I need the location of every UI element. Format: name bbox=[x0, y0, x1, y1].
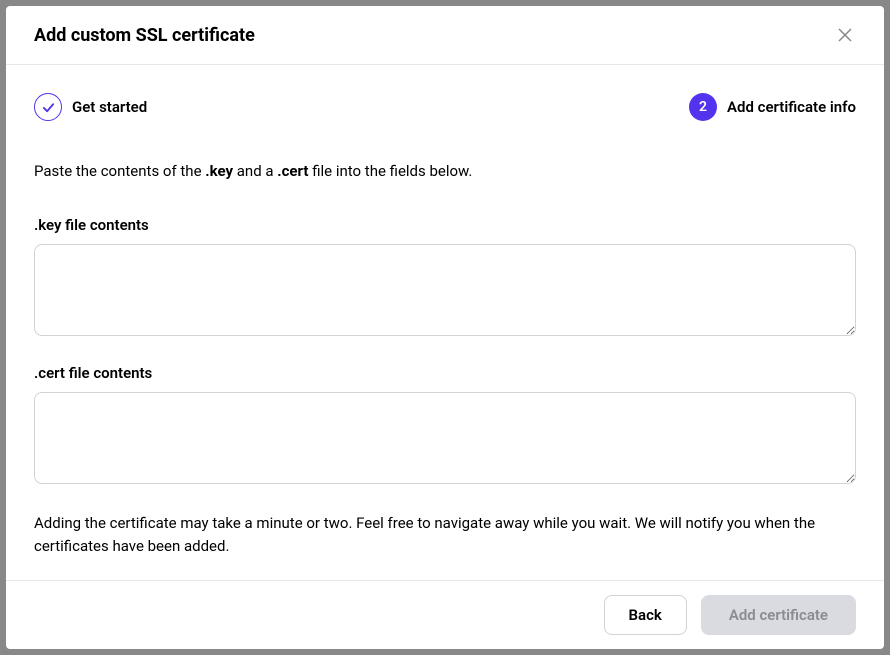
key-field-label: .key file contents bbox=[34, 216, 856, 234]
back-button[interactable]: Back bbox=[604, 595, 687, 635]
modal-footer: Back Add certificate bbox=[6, 580, 884, 649]
step-label: Add certificate info bbox=[727, 98, 856, 116]
cert-textarea[interactable] bbox=[34, 392, 856, 484]
step-number: 2 bbox=[699, 99, 707, 115]
add-certificate-button[interactable]: Add certificate bbox=[701, 595, 856, 635]
note-text: Adding the certificate may take a minute… bbox=[34, 512, 856, 557]
step-completed-indicator bbox=[34, 93, 62, 121]
checkmark-icon bbox=[42, 101, 55, 114]
step-add-certificate-info: 2 Add certificate info bbox=[689, 93, 856, 121]
modal-header: Add custom SSL certificate bbox=[6, 6, 884, 65]
close-icon bbox=[838, 28, 852, 42]
cert-field-label: .cert file contents bbox=[34, 364, 856, 382]
step-get-started[interactable]: Get started bbox=[34, 93, 147, 121]
step-label: Get started bbox=[72, 98, 147, 116]
ssl-certificate-modal: Add custom SSL certificate Get started bbox=[6, 6, 884, 649]
close-button[interactable] bbox=[834, 24, 856, 46]
step-active-indicator: 2 bbox=[689, 93, 717, 121]
key-field-group: .key file contents bbox=[34, 216, 856, 340]
modal-body: Get started 2 Add certificate info Paste… bbox=[6, 65, 884, 580]
instruction-text: Paste the contents of the .key and a .ce… bbox=[34, 161, 856, 182]
stepper: Get started 2 Add certificate info bbox=[34, 93, 856, 121]
modal-title: Add custom SSL certificate bbox=[34, 25, 255, 46]
cert-field-group: .cert file contents bbox=[34, 364, 856, 488]
key-textarea[interactable] bbox=[34, 244, 856, 336]
